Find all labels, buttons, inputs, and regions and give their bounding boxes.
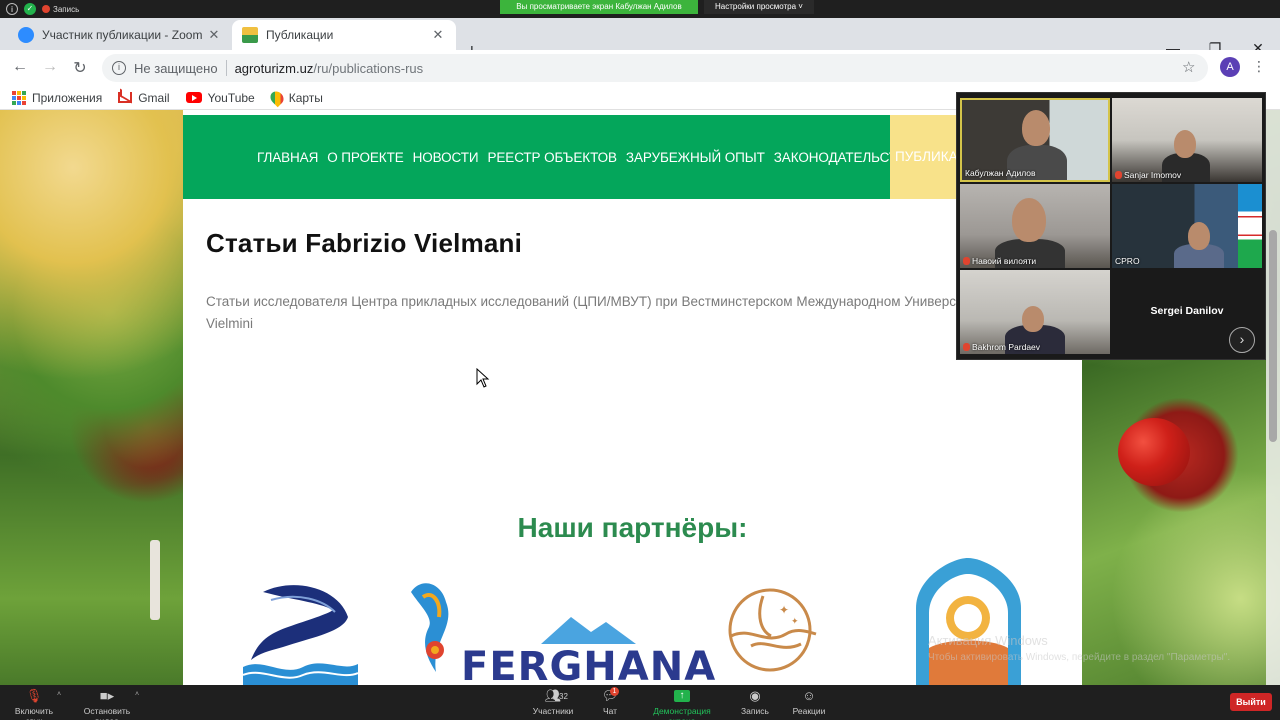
- svg-text:✦: ✦: [779, 603, 789, 617]
- view-settings-button[interactable]: Настройки просмотра ˅: [704, 0, 814, 14]
- maps-icon: [267, 88, 286, 107]
- zoom-favicon-icon: [18, 27, 34, 43]
- gmail-icon: [118, 92, 133, 103]
- share-screen-button[interactable]: ↑ Демонстрация экрана: [640, 688, 724, 720]
- separator: [225, 60, 227, 76]
- participant-head: [1012, 198, 1046, 242]
- recording-indicator[interactable]: Запись: [42, 5, 79, 14]
- bookmark-maps[interactable]: Карты: [267, 88, 323, 107]
- mic-muted-icon: [963, 257, 970, 265]
- url-path: /ru/publications-rus: [313, 60, 424, 76]
- record-dot-icon: [42, 5, 50, 13]
- close-tab-icon[interactable]: ✕: [430, 27, 446, 43]
- page-scrollbar[interactable]: [1266, 110, 1280, 685]
- nav-foreign-experience[interactable]: ЗАРУБЕЖНЫЙ ОПЫТ: [626, 150, 765, 165]
- scroll-thumb[interactable]: [1269, 230, 1277, 442]
- participant-head: [1188, 222, 1210, 250]
- mouse-cursor-icon: [476, 368, 490, 388]
- participant-head: [1022, 110, 1050, 146]
- mic-muted-icon: [963, 343, 970, 351]
- nav-about[interactable]: О ПРОЕКТЕ: [327, 150, 403, 165]
- partners-heading: Наши партнёры:: [517, 512, 748, 543]
- stop-video-button[interactable]: ■▸ Остановить видео: [72, 688, 142, 720]
- ferghana-logo[interactable]: FERGHANA: [401, 572, 715, 685]
- share-screen-icon: ↑: [674, 690, 690, 702]
- participant-tile-navoiy[interactable]: Навоий вилояти: [960, 184, 1110, 268]
- mic-muted-icon: [1115, 171, 1122, 179]
- bookmark-youtube[interactable]: YouTube: [185, 91, 255, 105]
- site-favicon-icon: [242, 27, 258, 43]
- tab-strip: Участник публикации - Zoom ✕ Публикации …: [0, 18, 1280, 62]
- windows-activation-watermark: Активация Windows Чтобы активировать Win…: [928, 633, 1231, 663]
- apps-icon: [12, 90, 26, 105]
- tab-zoom[interactable]: Участник публикации - Zoom ✕: [8, 20, 232, 50]
- page-content: ГЛАВНАЯ О ПРОЕКТЕ НОВОСТИ РЕЕСТР ОБЪЕКТО…: [183, 110, 1082, 685]
- audio-options-caret-icon[interactable]: ˄: [57, 691, 61, 698]
- participant-tile-sanjar[interactable]: Sanjar Imomov: [1112, 98, 1262, 182]
- forward-button[interactable]: →: [40, 58, 60, 76]
- page-description: Статьи исследователя Центра прикладных и…: [206, 294, 966, 331]
- video-camera-icon: ■▸: [99, 688, 115, 703]
- video-options-caret-icon[interactable]: ˄: [135, 691, 139, 698]
- back-button[interactable]: ←: [10, 58, 30, 76]
- zoom-top-bar: i ✓ Запись Вы просматриваете экран Кабул…: [0, 0, 1280, 18]
- nav-home[interactable]: ГЛАВНАЯ: [257, 150, 318, 165]
- participant-tile-kabuljan[interactable]: Кабулжан Адилов: [960, 98, 1110, 182]
- bookmark-star-icon[interactable]: ☆: [1182, 58, 1195, 76]
- participant-head: [1022, 306, 1044, 332]
- participant-tile-cpro[interactable]: CPRO: [1112, 184, 1262, 268]
- site-info-icon[interactable]: i: [112, 61, 126, 75]
- reactions-icon: ☺︎: [802, 688, 816, 703]
- nav-registry[interactable]: РЕЕСТР ОБЪЕКТОВ: [487, 150, 617, 165]
- youtube-icon: [185, 92, 202, 103]
- tab-publications[interactable]: Публикации ✕: [232, 20, 456, 50]
- participant-tile-bakhrom[interactable]: Bakhrom Pardaev: [960, 270, 1110, 354]
- uzbekistan-flag: [1238, 184, 1262, 268]
- record-button[interactable]: ◉ Запись: [738, 688, 772, 716]
- record-icon: ◉: [749, 688, 761, 703]
- bookmark-apps[interactable]: Приложения: [12, 90, 102, 105]
- url-host: agroturizm.uz: [234, 60, 314, 76]
- unmute-button[interactable]: 🎙︎ Включить звук: [6, 688, 62, 720]
- chat-button[interactable]: 💬︎ 1 Чат: [596, 687, 624, 716]
- chrome-menu-icon[interactable]: ⋮: [1252, 58, 1266, 75]
- participant-head: [1174, 130, 1196, 158]
- fish-logo[interactable]: [243, 572, 358, 685]
- svg-text:✦: ✦: [791, 616, 799, 626]
- reload-button[interactable]: ↻: [70, 58, 90, 78]
- not-secure-label: Не защищено: [134, 60, 218, 76]
- site-navbar: ГЛАВНАЯ О ПРОЕКТЕ НОВОСТИ РЕЕСТР ОБЪЕКТО…: [183, 115, 1082, 199]
- page-title: Статьи Fabrizio Vielmani: [206, 228, 523, 258]
- profile-avatar[interactable]: A: [1220, 57, 1240, 77]
- reactions-button[interactable]: ☺︎ Реакции: [790, 688, 828, 716]
- bookmark-gmail[interactable]: Gmail: [118, 91, 170, 105]
- shield-icon[interactable]: ✓: [24, 3, 36, 15]
- chat-unread-badge: 1: [610, 687, 619, 696]
- apple-decoration: [1118, 418, 1190, 486]
- info-icon[interactable]: i: [6, 3, 18, 15]
- gallery-next-button[interactable]: ›: [1229, 327, 1255, 353]
- circle-emblem-logo[interactable]: ✦ ✦: [711, 586, 829, 674]
- chat-icon: 💬︎ 1: [601, 687, 619, 703]
- participants-icon: 👥︎ 32: [544, 688, 568, 703]
- screen-share-banner: Вы просматриваете экран Кабулжан Адилов: [500, 0, 698, 14]
- participants-button[interactable]: 👥︎ 32 Участники: [532, 688, 574, 716]
- tree-trunk-decoration: [150, 540, 160, 620]
- mic-off-icon: 🎙︎: [25, 688, 43, 703]
- leave-meeting-button[interactable]: Выйти: [1230, 693, 1272, 711]
- nav-news[interactable]: НОВОСТИ: [413, 150, 479, 165]
- zoom-controls-bar: 🎙︎ Включить звук ˄ ■▸ Остановить видео ˄…: [0, 685, 1280, 720]
- address-bar[interactable]: i Не защищено agroturizm.uz/ru/publicati…: [102, 54, 1208, 82]
- browser-toolbar: ← → ↻ i Не защищено agroturizm.uz/ru/pub…: [0, 50, 1280, 86]
- participant-gallery[interactable]: Кабулжан Адилов Sanjar Imomov Навоий вил…: [956, 92, 1266, 360]
- close-tab-icon[interactable]: ✕: [206, 27, 222, 43]
